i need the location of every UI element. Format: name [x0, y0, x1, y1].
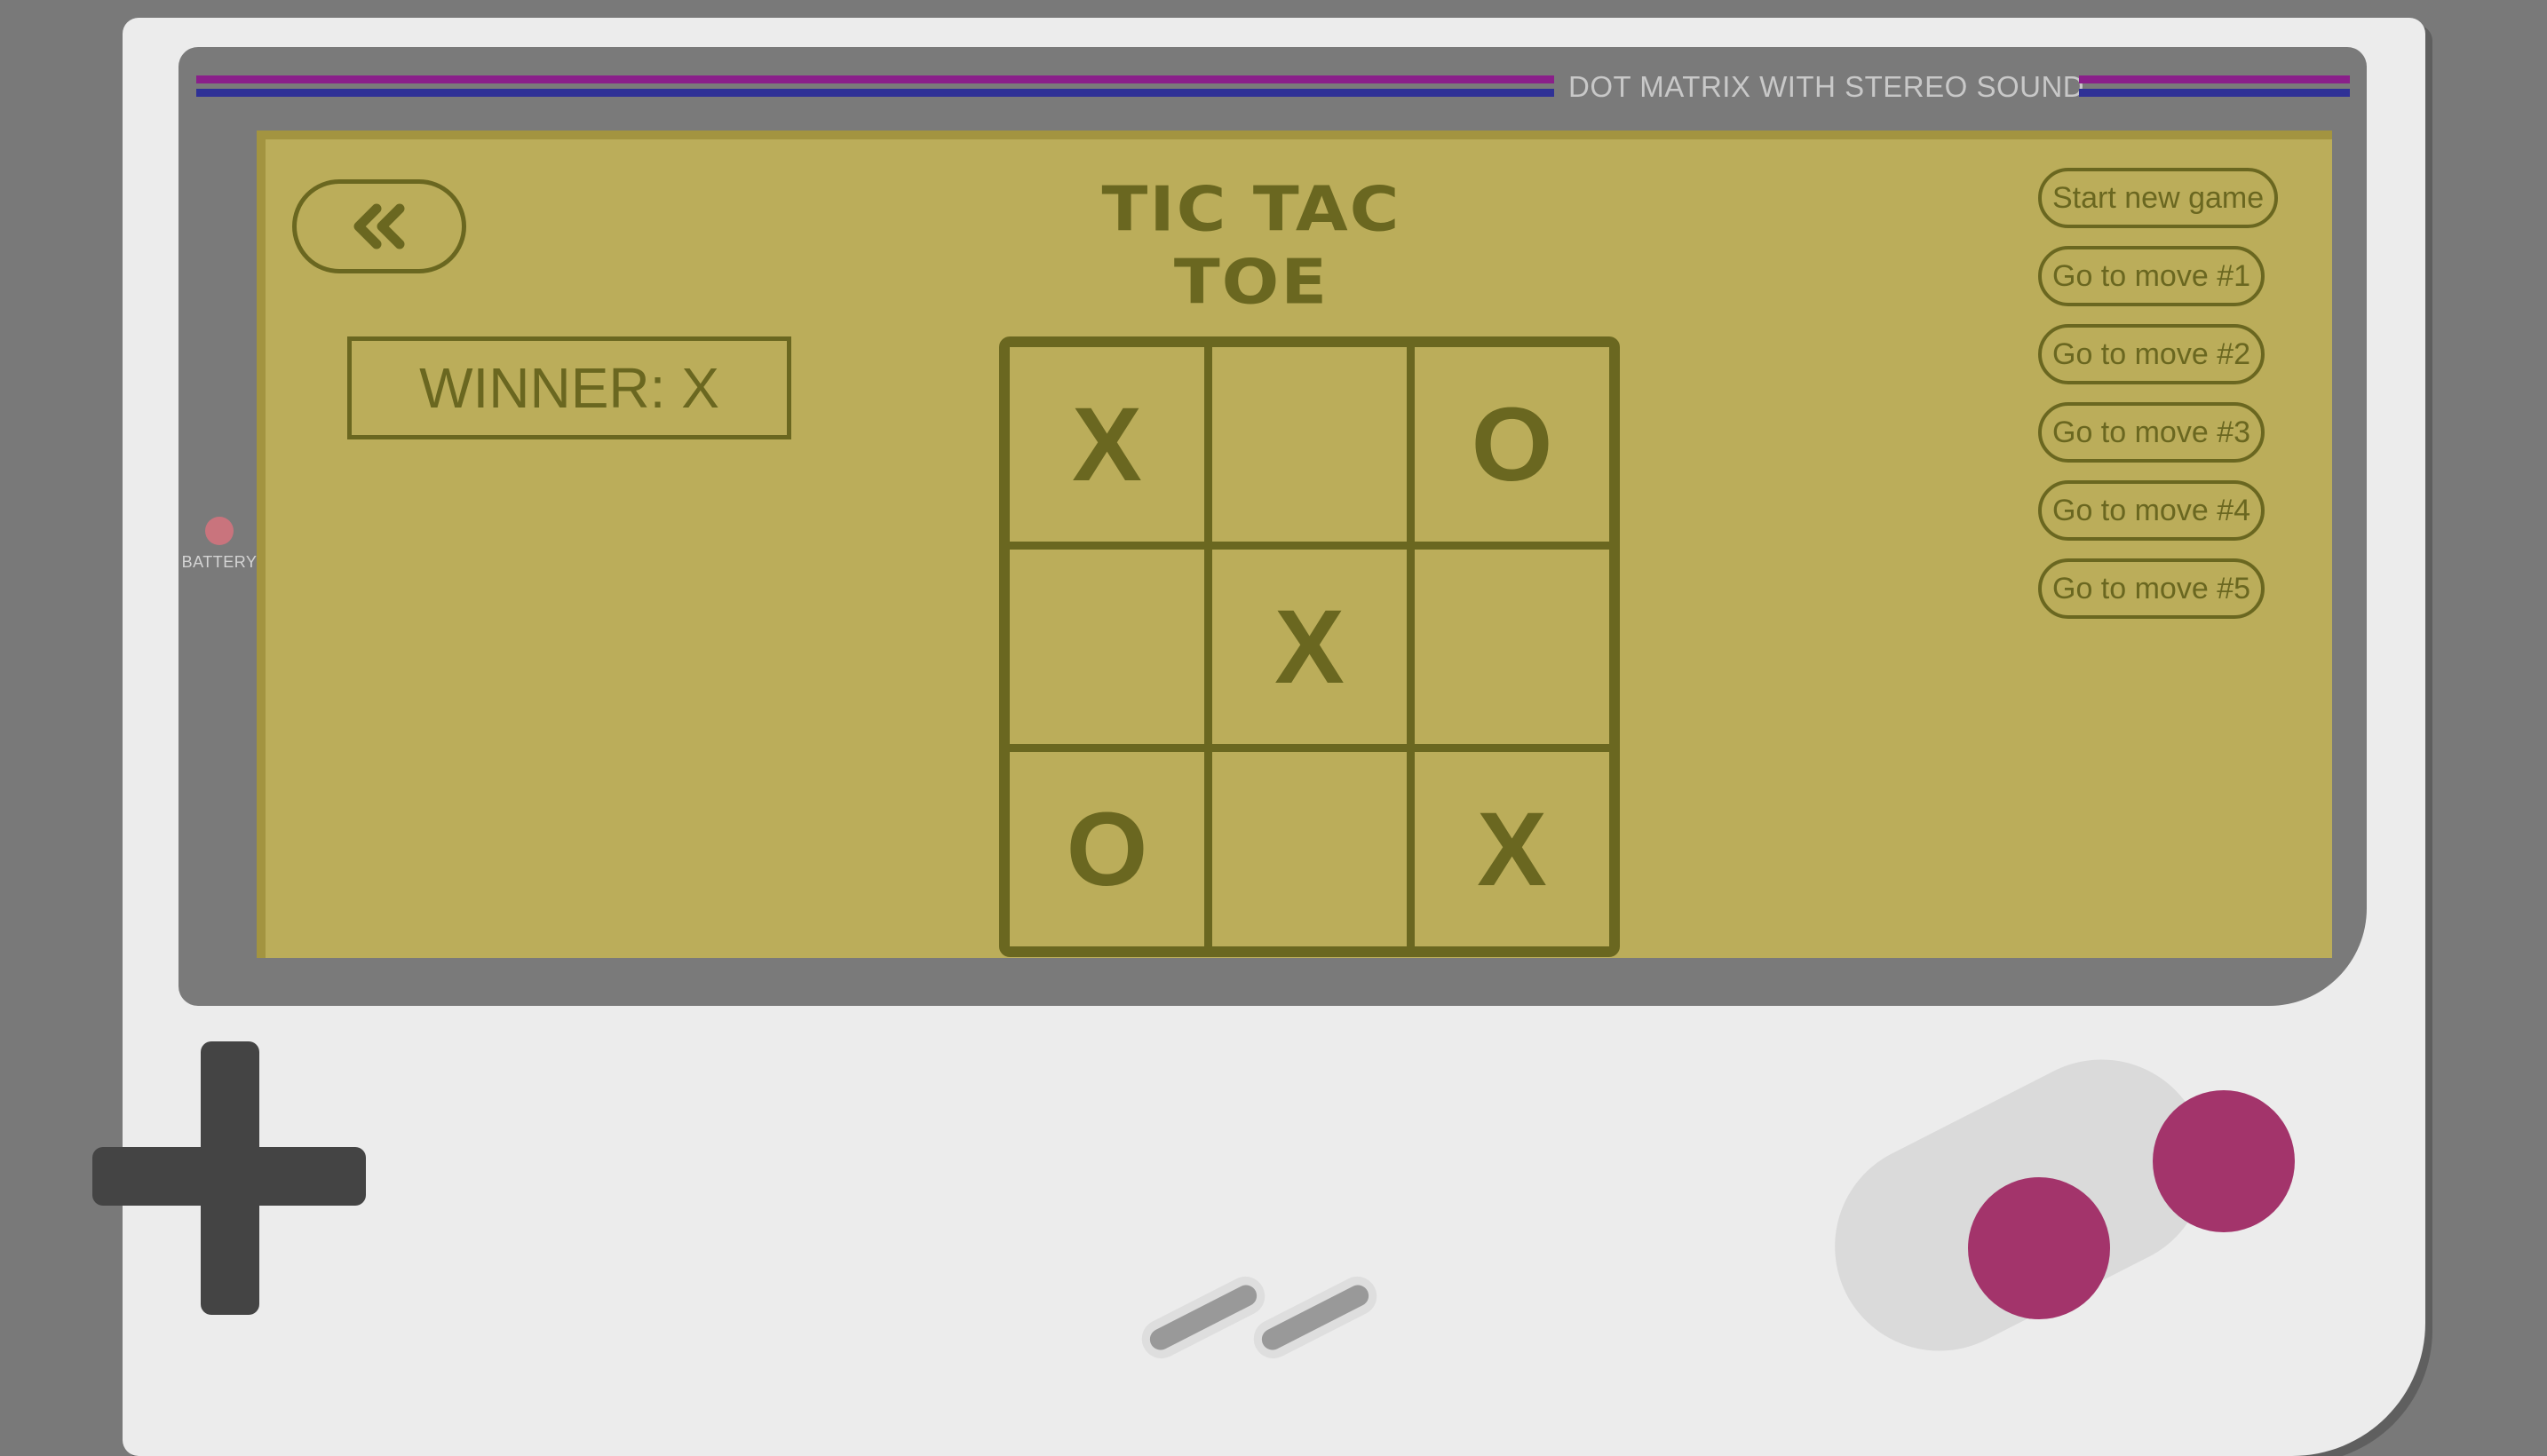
bezel-title: DOT MATRIX WITH STEREO SOUND	[1568, 70, 2085, 103]
go-to-move-2-button[interactable]: Go to move #2	[2038, 324, 2265, 384]
board-cell-2-0[interactable]: O	[1010, 752, 1204, 946]
go-to-move-1-button[interactable]: Go to move #1	[2038, 246, 2265, 306]
stripe-purple	[196, 75, 1554, 83]
battery-label: BATTERY	[181, 553, 258, 571]
bezel-stripes-right	[2079, 74, 2350, 100]
stripe-blue	[2079, 89, 2350, 97]
go-to-move-4-button[interactable]: Go to move #4	[2038, 480, 2265, 541]
double-chevron-left-icon	[353, 203, 405, 249]
b-button[interactable]	[1968, 1177, 2110, 1319]
back-button[interactable]	[292, 179, 466, 273]
board-cell-1-1[interactable]: X	[1212, 550, 1407, 744]
go-to-move-5-button[interactable]: Go to move #5	[2038, 558, 2265, 619]
move-history: Start new game Go to move #1 Go to move …	[2038, 168, 2279, 619]
board-cell-0-2[interactable]: O	[1415, 347, 1609, 542]
board-cell-1-2[interactable]	[1415, 550, 1609, 744]
go-to-move-3-button[interactable]: Go to move #3	[2038, 402, 2265, 463]
stripe-blue	[196, 89, 1554, 97]
battery-led-icon	[205, 517, 234, 545]
board-cell-0-0[interactable]: X	[1010, 347, 1204, 542]
dpad-horizontal[interactable]	[92, 1147, 366, 1206]
board-cell-1-0[interactable]	[1010, 550, 1204, 744]
bezel-stripes-left	[196, 74, 1554, 100]
winner-text: WINNER: X	[419, 356, 719, 420]
board-cell-2-1[interactable]	[1212, 752, 1407, 946]
winner-status: WINNER: X	[347, 336, 791, 439]
game-screen: WINNER: X TIC TAC TOE X O X O X Start ne…	[257, 131, 2332, 958]
game-title: TIC TAC TOE	[1101, 172, 1401, 318]
board-cell-0-1[interactable]	[1212, 347, 1407, 542]
stripe-purple	[2079, 75, 2350, 83]
game-board: X O X O X	[999, 336, 1620, 957]
screen-bezel: DOT MATRIX WITH STEREO SOUND BATTERY WIN…	[179, 47, 2367, 1006]
a-button[interactable]	[2153, 1090, 2295, 1232]
board-cell-2-2[interactable]: X	[1415, 752, 1609, 946]
start-new-game-button[interactable]: Start new game	[2038, 168, 2279, 228]
